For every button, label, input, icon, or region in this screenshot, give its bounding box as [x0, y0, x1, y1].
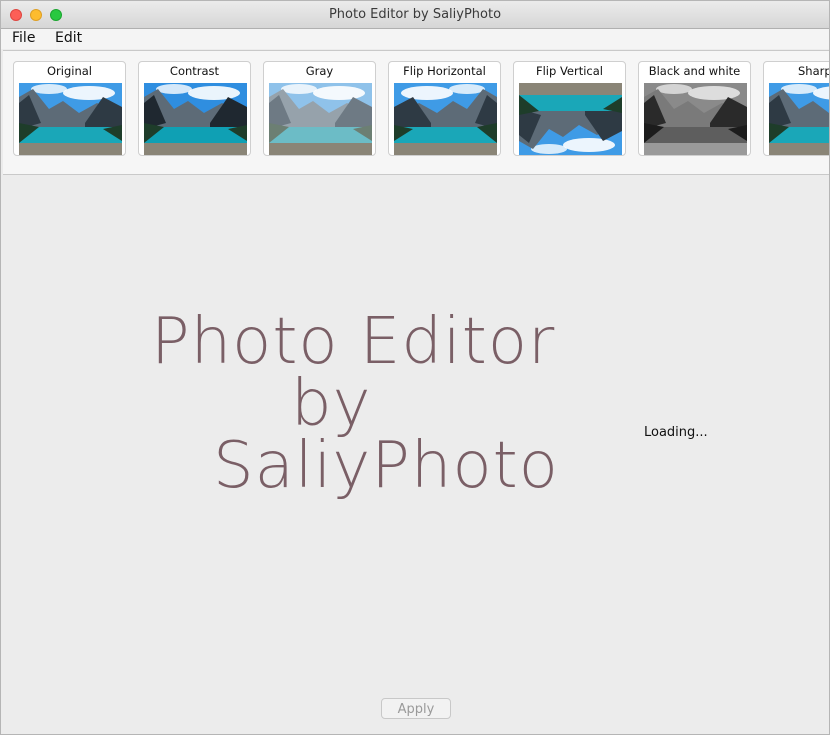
- splash-area: Photo Editor by SaliyPhoto Loading...: [1, 173, 829, 703]
- splash-line-2: by: [291, 367, 372, 441]
- landscape-thumbnail-icon: [769, 83, 829, 155]
- filter-preview-image: [144, 83, 247, 155]
- filter-label: Gray: [305, 64, 334, 78]
- landscape-thumbnail-icon: [394, 83, 497, 155]
- filter-preview-image: [519, 83, 622, 155]
- filter-black-and-white[interactable]: Black and white: [638, 61, 751, 156]
- filter-label: Flip Horizontal: [403, 64, 486, 78]
- menu-edit[interactable]: Edit: [55, 30, 82, 46]
- splash-line-1: Photo Editor: [151, 305, 556, 379]
- menu-bar: File Edit: [1, 29, 829, 49]
- filter-sharp[interactable]: Sharp: [763, 61, 829, 156]
- filter-label: Sharp: [798, 64, 829, 78]
- window-title: Photo Editor by SaliyPhoto: [328, 7, 502, 22]
- filter-label: Contrast: [169, 64, 220, 78]
- loading-status: Loading...: [644, 425, 708, 440]
- splash-logo-text: Photo Editor by SaliyPhoto: [151, 305, 621, 503]
- filter-strip: Original Contrast Gray Flip Horizontal F…: [3, 50, 829, 175]
- filter-label: Black and white: [648, 64, 741, 78]
- app-window: Photo Editor by SaliyPhoto File Edit Ori…: [0, 0, 830, 735]
- landscape-thumbnail-icon: [519, 83, 622, 155]
- filter-flip-vertical[interactable]: Flip Vertical: [513, 61, 626, 156]
- splash-line-3: SaliyPhoto: [213, 429, 559, 503]
- landscape-thumbnail-icon: [269, 83, 372, 155]
- landscape-thumbnail-icon: [644, 83, 747, 155]
- filter-label: Original: [46, 64, 92, 78]
- apply-button[interactable]: Apply: [381, 698, 451, 719]
- filter-preview-image: [769, 83, 829, 155]
- filter-label: Flip Vertical: [535, 64, 603, 78]
- landscape-thumbnail-icon: [19, 83, 122, 155]
- filter-preview-image: [269, 83, 372, 155]
- filter-contrast[interactable]: Contrast: [138, 61, 251, 156]
- filter-preview-image: [644, 83, 747, 155]
- landscape-thumbnail-icon: [144, 83, 247, 155]
- filter-preview-image: [19, 83, 122, 155]
- title-bar[interactable]: Photo Editor by SaliyPhoto: [1, 1, 829, 29]
- filter-flip-horizontal[interactable]: Flip Horizontal: [388, 61, 501, 156]
- filter-original[interactable]: Original: [13, 61, 126, 156]
- filter-gray[interactable]: Gray: [263, 61, 376, 156]
- menu-file[interactable]: File: [12, 30, 35, 46]
- filter-preview-image: [394, 83, 497, 155]
